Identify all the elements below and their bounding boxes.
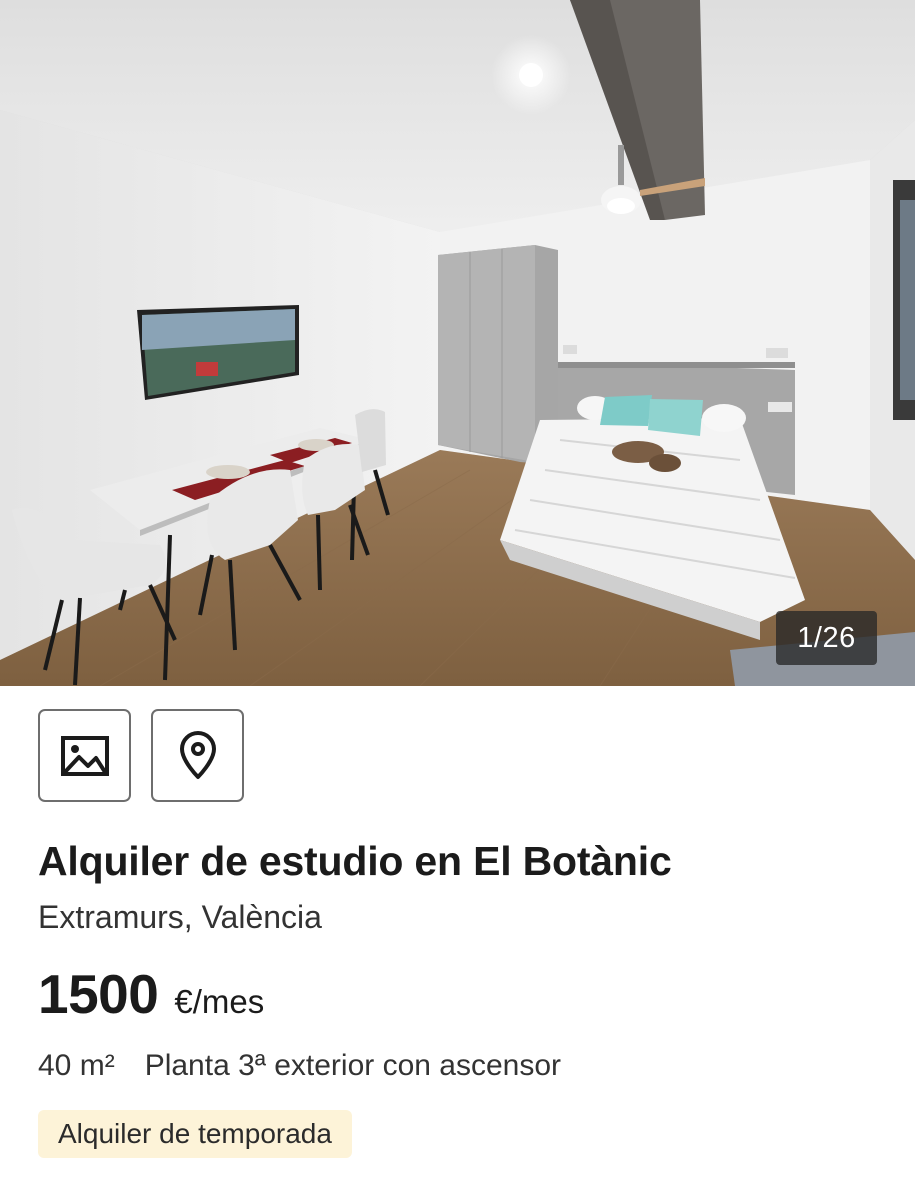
photos-button[interactable] xyxy=(38,709,131,802)
listing-price: 1500 xyxy=(38,963,159,1025)
price-row: 1500 €/mes xyxy=(38,962,264,1026)
photo-counter: 1/26 xyxy=(776,611,877,665)
rental-type-badge: Alquiler de temporada xyxy=(38,1110,352,1158)
feature-area: 40 m² xyxy=(38,1049,115,1082)
map-pin-icon xyxy=(179,730,216,779)
listing-features: 40 m² Planta 3ª exterior con ascensor xyxy=(38,1049,561,1083)
listing-title[interactable]: Alquiler de estudio en El Botànic xyxy=(38,838,672,885)
room-photo-illustration xyxy=(0,0,915,686)
feature-floor: Planta 3ª exterior con ascensor xyxy=(144,1049,562,1082)
map-button[interactable] xyxy=(151,709,244,802)
price-unit: €/mes xyxy=(174,983,265,1020)
listing-photo[interactable]: 1/26 xyxy=(0,0,915,686)
listing-location: Extramurs, València xyxy=(38,899,322,935)
image-icon xyxy=(60,735,109,776)
